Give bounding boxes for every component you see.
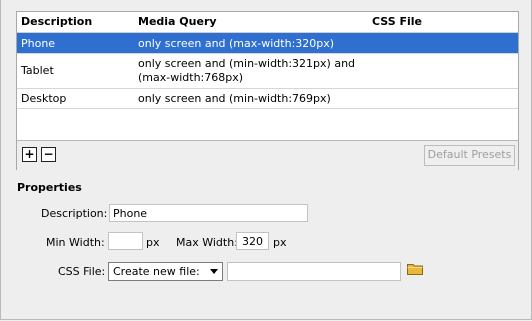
table-row[interactable]: Desktop only screen and (min-width:769px…: [17, 89, 518, 109]
row-description: Phone: [21, 37, 56, 50]
table-row[interactable]: Phone only screen and (max-width:320px): [17, 33, 518, 54]
chevron-down-icon: [210, 269, 218, 274]
add-query-button[interactable]: +: [22, 147, 37, 162]
properties-heading: Properties: [17, 181, 82, 194]
css-file-select[interactable]: Create new file:: [108, 262, 223, 281]
row-media-query: only screen and (max-width:320px): [138, 37, 335, 50]
css-file-label: CSS File:: [58, 265, 106, 278]
row-description: Tablet: [21, 64, 54, 77]
max-width-unit: px: [273, 236, 287, 249]
description-field[interactable]: Phone: [109, 204, 308, 222]
row-description: Desktop: [21, 92, 67, 105]
css-file-select-value: Create new file:: [113, 265, 200, 278]
remove-query-button[interactable]: −: [41, 147, 56, 162]
row-media-query-continued: (max-width:768px): [138, 71, 244, 84]
folder-icon[interactable]: [407, 263, 423, 275]
column-header-media-query[interactable]: Media Query: [138, 15, 217, 28]
default-presets-button[interactable]: Default Presets: [424, 145, 515, 166]
row-media-query: only screen and (min-width:321px) and: [138, 57, 356, 70]
table-row[interactable]: Tablet only screen and (min-width:321px)…: [17, 54, 518, 89]
media-queries-panel: Description Media Query CSS File Phone o…: [0, 0, 532, 320]
min-width-label: Min Width:: [46, 236, 105, 249]
max-width-field[interactable]: 320: [236, 232, 269, 250]
css-file-path-field[interactable]: [227, 262, 401, 281]
min-width-field[interactable]: [108, 232, 143, 250]
media-queries-table: Description Media Query CSS File Phone o…: [16, 11, 519, 170]
max-width-label: Max Width:: [176, 236, 238, 249]
description-label: Description:: [41, 207, 108, 220]
row-media-query: only screen and (min-width:769px): [138, 92, 331, 105]
column-header-description[interactable]: Description: [21, 15, 92, 28]
column-header-css-file[interactable]: CSS File: [372, 15, 422, 28]
table-header: Description Media Query CSS File: [17, 12, 518, 33]
min-width-unit: px: [146, 236, 160, 249]
table-toolbar: + − Default Presets: [17, 140, 518, 170]
